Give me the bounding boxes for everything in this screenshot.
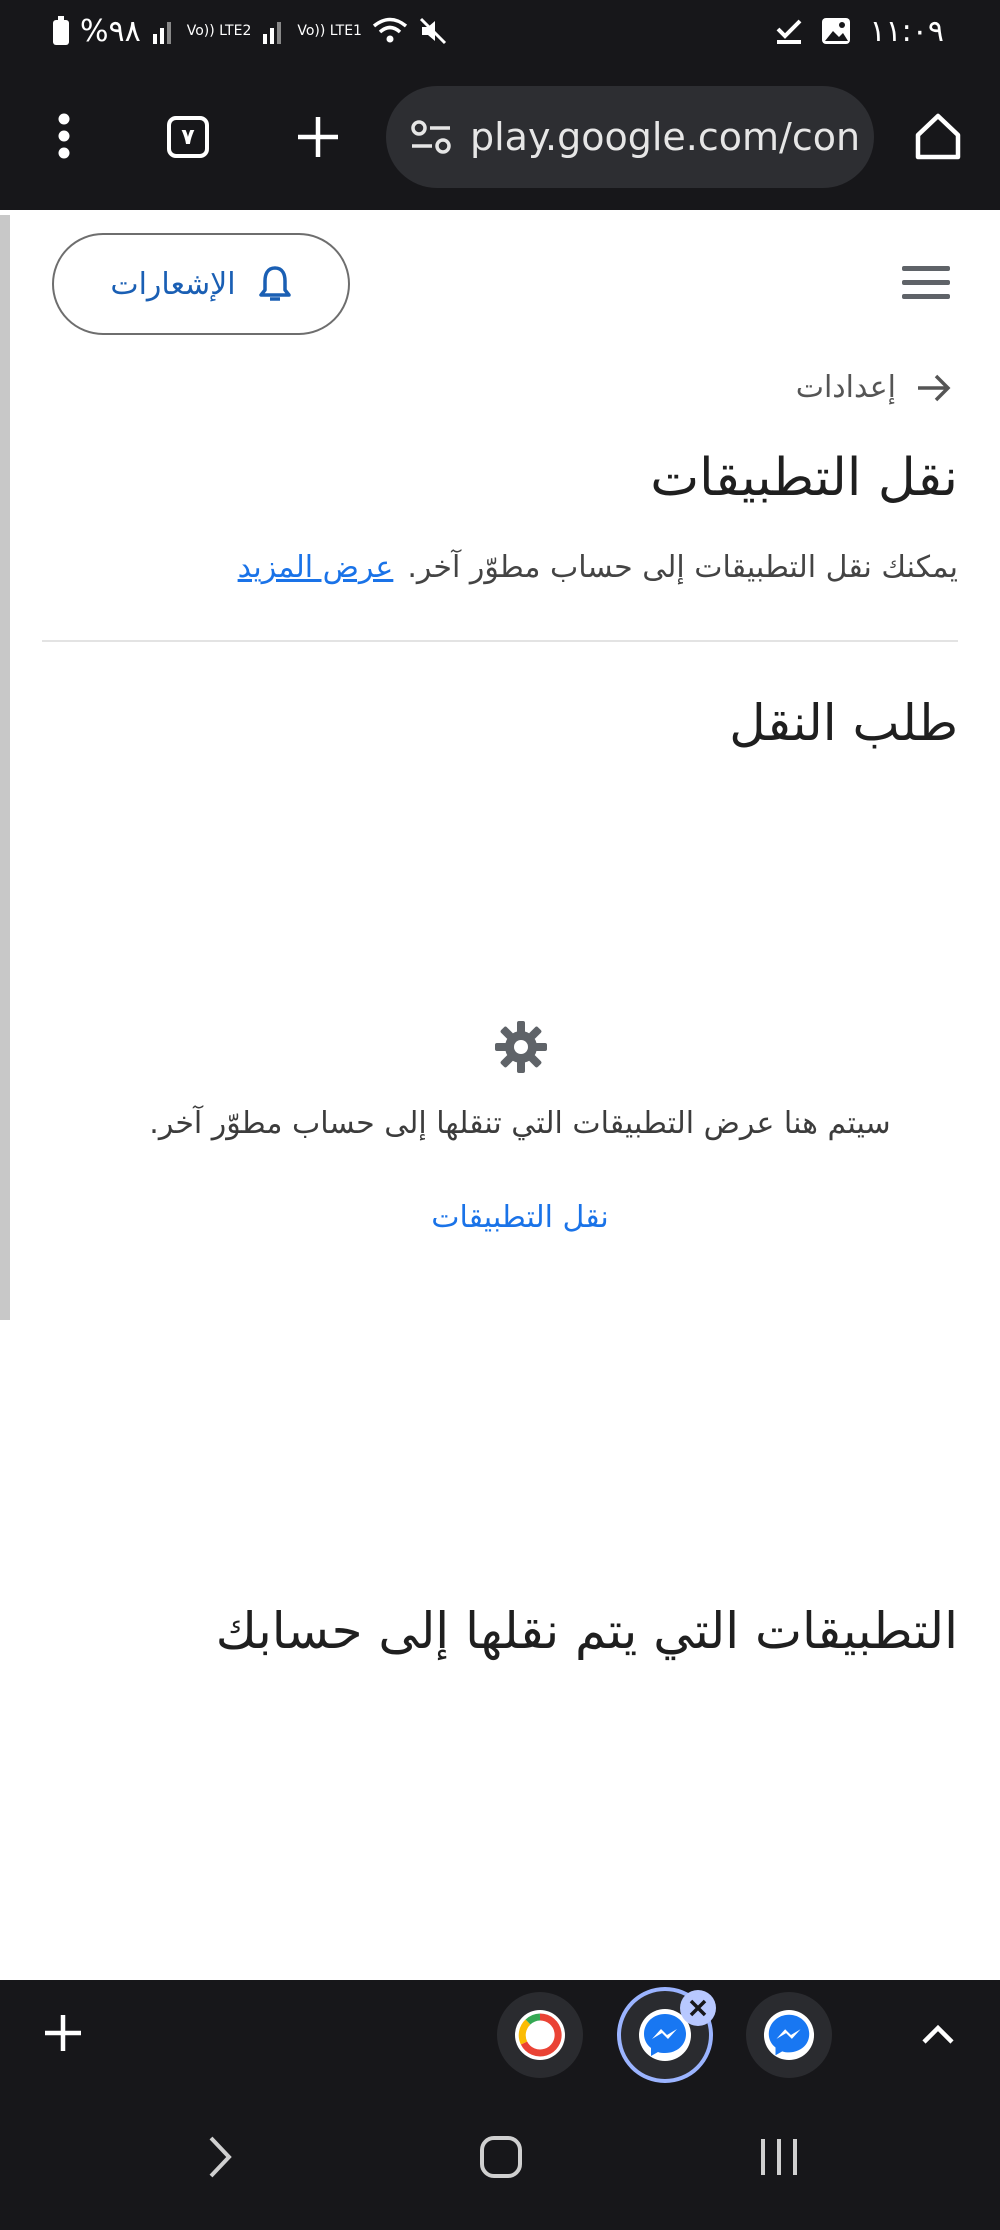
battery-icon xyxy=(53,16,69,45)
section-title-request: طلب النقل xyxy=(729,694,958,752)
recents-icon xyxy=(761,2139,797,2175)
clock: ١١:٠٩ xyxy=(869,13,944,49)
close-tab-button[interactable] xyxy=(680,1990,716,2026)
status-bar: %٩٨ Vo)) LTE2 Vo)) LTE1 ١١:٠٩ xyxy=(0,0,1000,62)
hamburger-menu-button[interactable] xyxy=(902,266,950,302)
breadcrumb-settings: إعدادات xyxy=(795,370,896,405)
nav-home-button[interactable] xyxy=(474,2130,528,2184)
wifi-icon xyxy=(372,17,408,43)
bell-icon xyxy=(258,266,291,301)
url-text: play.google.com/con xyxy=(470,115,861,159)
nav-back-button[interactable] xyxy=(198,2130,242,2184)
system-navigation-bar xyxy=(0,2090,1000,2230)
plus-icon xyxy=(45,2015,81,2051)
scroll-edge-indicator xyxy=(0,215,10,1320)
arrow-forward-icon xyxy=(918,374,951,401)
address-bar[interactable]: play.google.com/con xyxy=(386,86,874,188)
nav-recents-button[interactable] xyxy=(752,2130,806,2184)
page-title: نقل التطبيقات xyxy=(650,448,958,508)
status-left-group: %٩٨ Vo)) LTE2 Vo)) LTE1 xyxy=(52,12,448,50)
tab-item[interactable] xyxy=(746,1992,832,2078)
browser-toolbar: ٧ play.google.com/con xyxy=(0,62,1000,210)
app-favicon-icon xyxy=(515,2010,565,2060)
menu-line xyxy=(902,266,950,271)
menu-line xyxy=(902,280,950,285)
description-text: يمكنك نقل التطبيقات إلى حساب مطوّر آخر. xyxy=(407,550,958,585)
check-notification-icon xyxy=(777,19,802,44)
learn-more-link[interactable]: عرض المزيد xyxy=(238,550,394,585)
signal-icon xyxy=(263,22,282,44)
notifications-label: الإشعارات xyxy=(110,266,236,302)
tab-item[interactable] xyxy=(497,1992,583,2078)
overflow-menu-button[interactable] xyxy=(40,106,88,166)
mute-icon xyxy=(419,17,447,45)
expand-tabs-button[interactable] xyxy=(916,2012,960,2056)
home-square-icon xyxy=(480,2136,522,2178)
chevron-right-icon xyxy=(209,2136,232,2178)
sim2-label: Vo)) LTE2 xyxy=(186,23,252,39)
home-icon xyxy=(915,113,961,160)
divider xyxy=(42,640,958,642)
more-vert-icon xyxy=(58,113,70,159)
sim1-label: Vo)) LTE1 xyxy=(297,23,362,39)
new-tab-strip-button[interactable] xyxy=(38,2008,88,2058)
breadcrumb[interactable]: إعدادات xyxy=(796,370,952,405)
image-notification-icon xyxy=(822,18,851,44)
move-apps-link[interactable]: نقل التطبيقات xyxy=(0,1200,1000,1235)
tab-switcher-button[interactable]: ٧ xyxy=(160,112,216,162)
tab-strip xyxy=(0,1980,1000,2090)
new-tab-button[interactable] xyxy=(290,112,346,162)
home-button[interactable] xyxy=(910,106,966,166)
chevron-up-icon xyxy=(922,2024,954,2044)
messenger-icon xyxy=(763,2009,815,2061)
page-description: يمكنك نقل التطبيقات إلى حساب مطوّر آخر. ع… xyxy=(238,550,958,585)
battery-percent: %٩٨ xyxy=(80,13,141,49)
plus-icon xyxy=(298,117,338,157)
menu-line xyxy=(902,294,950,299)
signal-icon xyxy=(152,22,171,44)
gear-icon xyxy=(495,1021,547,1073)
site-settings-icon[interactable] xyxy=(410,119,452,155)
section-title-incoming: التطبيقات التي يتم نقلها إلى حسابك xyxy=(215,1602,958,1660)
close-icon xyxy=(689,1999,707,2017)
status-right-group: ١١:٠٩ xyxy=(775,12,944,50)
notifications-button[interactable]: الإشعارات xyxy=(52,233,350,335)
tab-count: ٧ xyxy=(167,116,209,158)
empty-state-text: سيتم هنا عرض التطبيقات التي تنقلها إلى ح… xyxy=(149,1106,891,1141)
